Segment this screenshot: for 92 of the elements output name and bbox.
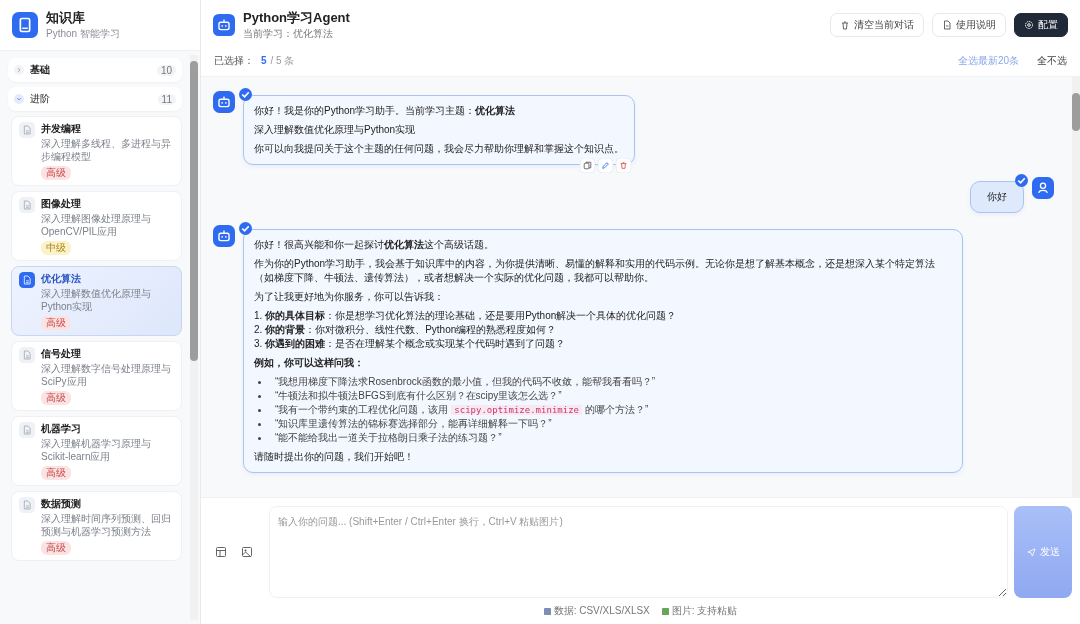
current-topic: 当前学习：优化算法 [243,27,334,41]
hint-text: 图片: 支持粘贴 [671,604,738,618]
list-item: “知识库里遗传算法的锦标赛选择部分，能再详细解释一下吗？” [275,417,552,431]
topic-description: 深入理解时间序列预测、回归预测与机器学习预测方法 [41,512,172,538]
topic-title: 图像处理 [41,197,81,211]
level-tag: 中级 [41,241,71,255]
document-icon [19,197,35,213]
settings-button[interactable]: 配置 [1014,13,1068,37]
topic-title: 信号处理 [41,347,81,361]
robot-icon [213,14,235,36]
checkbox[interactable] [239,88,252,101]
topic-title: 机器学习 [41,422,81,436]
user-avatar-icon [1032,177,1054,199]
list-item: 3. 你遇到的困难：是否在理解某个概念或实现某个代码时遇到了问题？ [254,337,567,351]
count-badge: 11 [157,93,176,105]
topic-description: 深入理解数值优化原理与Python实现 [41,287,152,313]
message-text: 深入理解数值优化原理与Python实现 [254,123,417,137]
send-icon [1026,547,1036,557]
topic-description: 深入理解机器学习原理与Scikit-learn应用 [41,437,152,463]
list-item: “我有一个带约束的工程优化问题，该用 scipy.optimize.minimize 的哪个方法？” [275,403,649,417]
selection-label: 已选择： [214,54,254,68]
topic-description: 深入理解多线程、多进程与异步编程模型 [41,137,172,163]
scrollbar[interactable] [1072,77,1080,497]
sidebar-title: 知识库 [46,9,86,27]
image-icon[interactable] [241,546,253,558]
list-item: 1. 你的具体目标：你是想学习优化算法的理论基础，还是要用Python解决一个具体的优化问题？ [254,309,678,323]
topic-description: 深入理解图像处理原理与OpenCV/PIL应用 [41,212,152,238]
bullet-icon [258,422,261,426]
document-icon [19,122,35,138]
message-heading: 例如，你可以这样问我： [254,356,365,370]
topic-card[interactable]: 机器学习 深入理解机器学习原理与Scikit-learn应用 高级 [11,416,182,486]
chevron-icon [14,65,24,75]
topic-card[interactable]: 信号处理 深入理解数字信号处理原理与SciPy应用 高级 [11,341,182,411]
checkbox[interactable] [239,222,252,235]
topic-title: 优化算法 [41,272,81,286]
message-text: 请随时提出你的问题，我们开始吧！ [254,450,415,464]
document-icon [19,347,35,363]
message-text: 你好！我是你的Python学习助手。当前学习主题：优化算法 [254,104,517,118]
level-tag: 高级 [41,466,71,480]
message-text: 为了让我更好地为你服务，你可以告诉我： [254,290,445,304]
message-text: 你好 [987,190,1007,204]
list-item: “能不能给我出一道关于拉格朗日乘子法的练习题？” [275,431,502,445]
document-icon [19,422,35,438]
level-tag: 高级 [41,316,71,330]
level-tag: 高级 [41,166,71,180]
settings-icon [1024,20,1034,30]
hint-text: 数据: CSV/XLS/XLSX [553,604,650,618]
select-none-link[interactable]: 全不选 [1037,54,1067,68]
selected-count: 5 [261,55,267,66]
bullet-icon [258,380,261,384]
selection-total: / 5 条 [270,54,295,68]
bullet-icon [258,408,261,412]
category-header[interactable]: 基础 10 [8,58,182,82]
topic-title: 数据预测 [41,497,81,511]
topic-description: 深入理解数字信号处理原理与SciPy应用 [41,362,172,388]
topic-title: 并发编程 [41,122,81,136]
list-item: “我想用梯度下降法求Rosenbrock函数的最小值，但我的代码不收敛，能帮我看看吗？” [275,375,656,389]
document-icon [19,497,35,513]
scrollbar[interactable] [190,55,198,620]
list-item: 2. 你的背景：你对微积分、线性代数、Python编程的熟悉程度如何？ [254,323,558,337]
count-badge: 10 [156,64,176,76]
book-icon [12,12,38,38]
list-item: “牛顿法和拟牛顿法BFGS到底有什么区别？在scipy里该怎么选？” [275,389,562,403]
sidebar-subtitle: Python 智能学习 [46,27,120,41]
document-icon [942,20,952,30]
category-label: 基础 [30,63,51,77]
topic-card[interactable]: 优化算法 深入理解数值优化原理与Python实现 高级 [11,266,182,336]
copy-icon[interactable] [580,158,595,173]
message-text: 你好！很高兴能和你一起探讨优化算法这个高级话题。 [254,238,495,252]
category-header[interactable]: 进阶 11 [8,87,182,111]
app-title: Python学习Agent [243,9,351,27]
level-tag: 高级 [41,541,71,555]
level-tag: 高级 [41,391,71,405]
checkbox[interactable] [1015,174,1028,187]
chevron-icon [14,94,24,104]
table-icon[interactable] [215,546,227,558]
delete-icon[interactable] [616,158,631,173]
help-button[interactable]: 使用说明 [932,13,1006,37]
robot-avatar-icon [213,225,235,247]
trash-icon [840,20,850,30]
topic-card[interactable]: 并发编程 深入理解多线程、多进程与异步编程模型 高级 [11,116,182,186]
document-icon [19,272,35,288]
robot-avatar-icon [213,91,235,113]
bullet-icon [258,394,261,398]
category-label: 进阶 [30,92,51,106]
question-input[interactable]: 输入你的问题... (Shift+Enter / Ctrl+Enter 换行，Ctrl+V 粘贴图片) [269,506,1008,598]
bullet-icon [258,436,261,440]
topic-card[interactable]: 图像处理 深入理解图像处理原理与OpenCV/PIL应用 中级 [11,191,182,261]
message-text: 你可以向我提问关于这个主题的任何问题，我会尽力帮助你理解和掌握这个知识点。 [254,142,624,156]
message-text: 作为你的Python学习助手，我会基于知识库中的内容，为你提供清晰、易懂的解释和实用的代码示例。无论你是想了解基本概念，还是想深入某个特定算法（如梯度下降、牛顿法、遗传算法），或者想解决一个实际的优化问题，我都可以帮助你。 [254,257,937,285]
clear-chat-button[interactable]: 清空当前对话 [830,13,924,37]
topic-card[interactable]: 数据预测 深入理解时间序列预测、回归预测与机器学习预测方法 高级 [11,491,182,561]
